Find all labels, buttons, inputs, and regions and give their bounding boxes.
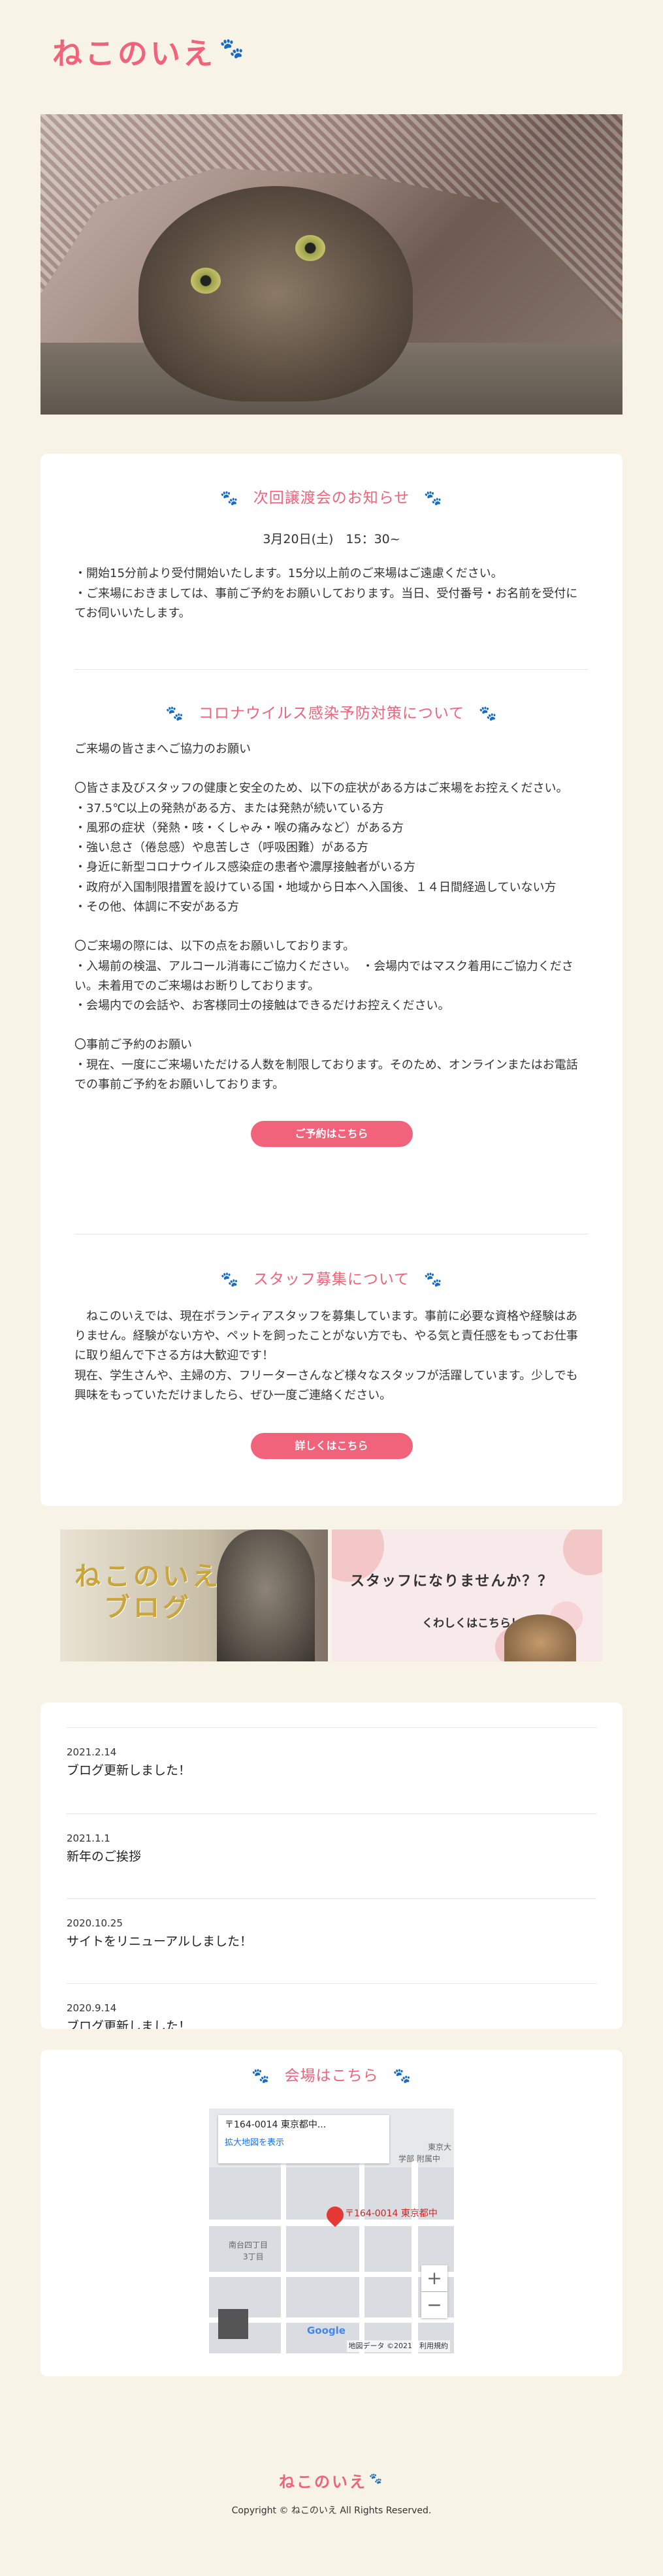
news-title: サイトをリニューアルしました！ (67, 1934, 253, 1949)
page: ねこのいえ 🐾 🐾 次回譲渡会のお知らせ 🐾 3月20日(土) 15：30~ ・開始1… (0, 0, 663, 2576)
news-date: 2020.9.14 (67, 2002, 117, 2014)
divider (67, 1983, 596, 1984)
staff-banner-heading: スタッフになりませんか？？ (350, 1573, 554, 1590)
paw-icon: 🐾 (219, 37, 247, 60)
news-title: ブログ更新しました！ (67, 2018, 191, 2029)
google-logo: Google (307, 2325, 346, 2337)
zoom-in-button[interactable]: + (421, 2265, 447, 2291)
list-item[interactable]: 2020.9.14 ブログ更新しました！ (67, 2000, 596, 2029)
paw-icon: 🐾 (479, 706, 498, 722)
google-map[interactable]: 学部 附属中 東京大 南台四丁目 3丁目 〒164-0014 東京都中... 拡… (209, 2109, 454, 2353)
staff-section: 🐾 スタッフ募集について 🐾 ねこのいえでは、現在ボランティアスタッフを募集していま… (40, 1268, 623, 1460)
site-logo[interactable]: ねこのいえ 🐾 (52, 29, 246, 79)
news-title: 新年のご挨拶 (67, 1849, 142, 1864)
blog-banner-text: ねこのいえ ブログ (74, 1562, 221, 1623)
info-card: 🐾 次回譲渡会のお知らせ 🐾 3月20日(土) 15：30~ ・開始15分前より受付… (40, 454, 623, 1506)
paw-icon: 🐾 (251, 2068, 270, 2084)
corona-body: ご来場の皆さまへご協力のお願い 〇皆さま及びスタッフの健康と安全のため、以下の症… (74, 742, 578, 1092)
staff-banner[interactable]: スタッフになりませんか？？ くわしくはこちら！ (332, 1530, 602, 1661)
news-title: ブログ更新しました！ (67, 1763, 191, 1778)
staff-title: 🐾 スタッフ募集について 🐾 (40, 1268, 623, 1293)
cat-photo (138, 186, 413, 401)
copyright: Copyright © ねこのいえ All Rights Reserved. (231, 2505, 432, 2516)
map-label: 南台四丁目 (229, 2240, 268, 2250)
paw-icon: 🐾 (165, 706, 184, 722)
map-info-box: 〒164-0014 東京都中... 拡大地図を表示 (218, 2115, 389, 2163)
blog-banner[interactable]: ねこのいえ ブログ (60, 1530, 328, 1661)
paw-icon: 🐾 (369, 2472, 384, 2485)
divider (74, 669, 589, 670)
news-date: 2020.10.25 (67, 1917, 123, 1929)
staff-details-button[interactable]: 詳しくはこちら (250, 1433, 413, 1460)
zoom-out-button[interactable]: − (421, 2292, 447, 2318)
next-event-title: 🐾 次回譲渡会のお知らせ 🐾 (40, 486, 623, 511)
cat-photo (217, 1530, 315, 1661)
next-event-section: 🐾 次回譲渡会のお知らせ 🐾 3月20日(土) 15：30~ ・開始15分前より受付… (40, 486, 623, 623)
corona-section: 🐾 コロナウイルス感染予防対策について 🐾 ご来場の皆さまへご協力のお願い 〇皆さま… (40, 702, 623, 1148)
paw-icon: 🐾 (393, 2068, 412, 2084)
venue-title: 🐾 会場はこちら 🐾 (40, 2064, 623, 2089)
map-label: 3丁目 (243, 2252, 264, 2261)
map-address: 〒164-0014 東京都中... (225, 2120, 327, 2130)
paw-icon: 🐾 (424, 490, 443, 507)
map-label: 東京大 (428, 2143, 452, 2152)
map-attribution[interactable]: 地図データ ©2021 利用規約 (346, 2340, 450, 2352)
list-item[interactable]: 2021.2.14 ブログ更新しました！ (67, 1744, 596, 1781)
street-view-icon[interactable] (218, 2309, 248, 2339)
logo-text: ねこのいえ (52, 36, 216, 71)
reservation-button[interactable]: ご予約はこちら (250, 1121, 413, 1148)
hero-image (40, 114, 623, 415)
news-date: 2021.1.1 (67, 1832, 110, 1844)
paw-icon: 🐾 (220, 1272, 239, 1288)
site-header: ねこのいえ 🐾 (0, 0, 663, 114)
venue-card: 🐾 会場はこちら 🐾 学部 附属中 東京大 南台四丁目 3丁目 〒164-0014 … (40, 2050, 623, 2376)
news-date: 2021.2.14 (67, 1746, 117, 1758)
footer-logo[interactable]: ねこのいえ 🐾 (0, 2470, 663, 2496)
list-item[interactable]: 2020.10.25 サイトをリニューアルしました！ (67, 1915, 596, 1952)
cat-photo (504, 1614, 576, 1661)
event-body: ・開始15分前より受付開始いたします。15分以上前のご来場はご遠慮ください。 ・… (74, 567, 578, 620)
paw-icon: 🐾 (424, 1272, 443, 1288)
divider (67, 1898, 596, 1899)
paw-icon: 🐾 (220, 490, 239, 507)
divider (67, 1727, 596, 1728)
staff-body: ねこのいえでは、現在ボランティアスタッフを募集しています。事前に必要な資格や経験… (74, 1309, 578, 1402)
event-date: 3月20日(土) 15：30~ (263, 531, 400, 546)
map-pin-label: 〒164-0014 東京都中 (345, 2208, 438, 2219)
news-list[interactable]: 2021.2.14 ブログ更新しました！ 2021.1.1 新年のご挨拶 202… (40, 1703, 623, 2029)
corona-title: 🐾 コロナウイルス感染予防対策について 🐾 (40, 702, 623, 727)
map-enlarge-link[interactable]: 拡大地図を表示 (225, 2138, 284, 2148)
list-item[interactable]: 2021.1.1 新年のご挨拶 (67, 1830, 596, 1867)
map-label: 学部 附属中 (398, 2154, 440, 2163)
